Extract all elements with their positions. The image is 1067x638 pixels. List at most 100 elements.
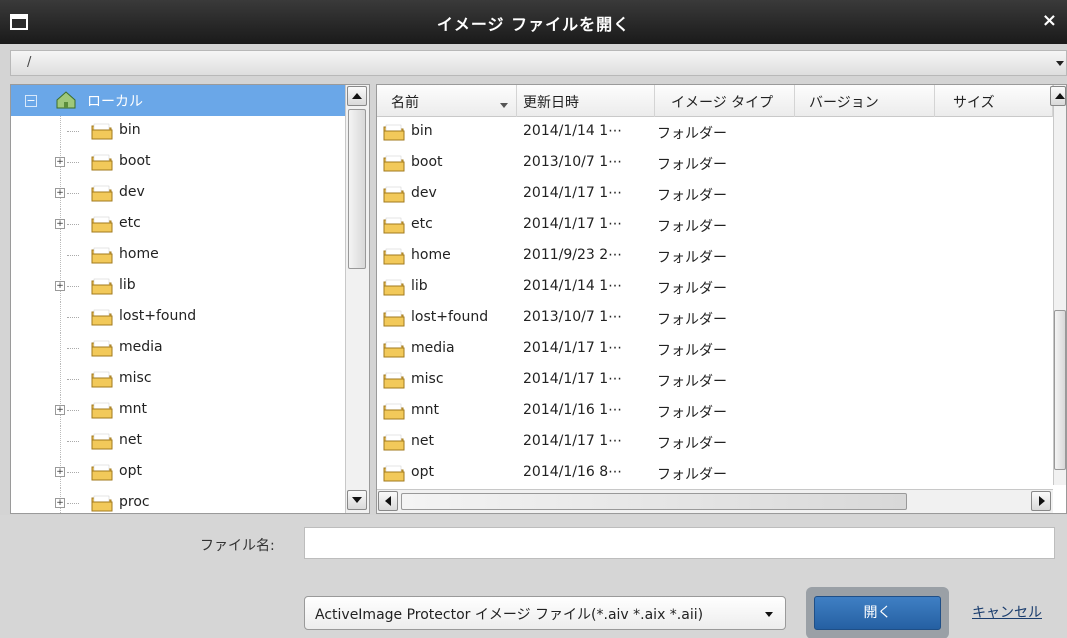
folder-icon: [91, 495, 113, 512]
cell-name: opt: [411, 464, 434, 480]
sort-down-icon: [500, 103, 508, 108]
expand-icon[interactable]: +: [55, 188, 65, 198]
folder-icon: [383, 403, 405, 420]
list-vertical-scrollbar[interactable]: [1050, 85, 1066, 485]
cell-type: フォルダー: [657, 250, 727, 266]
list-item[interactable]: boot 2013/10/7 1⋯ フォルダー: [377, 148, 1053, 179]
tree-vertical-scrollbar[interactable]: [345, 85, 369, 513]
list-horizontal-scrollbar[interactable]: [377, 489, 1053, 513]
column-header-size[interactable]: サイズ: [935, 85, 1053, 117]
scroll-left-button[interactable]: [378, 491, 398, 511]
cell-type: フォルダー: [657, 219, 727, 235]
column-header-name[interactable]: 名前: [377, 85, 517, 117]
open-button[interactable]: 開く: [814, 596, 941, 630]
expand-icon[interactable]: +: [55, 219, 65, 229]
tree-line: [60, 240, 61, 271]
tree-item[interactable]: media: [11, 333, 345, 364]
tree-item[interactable]: + boot: [11, 147, 345, 178]
cell-type: フォルダー: [657, 312, 727, 328]
folder-icon: [91, 340, 113, 357]
tree-item-label: mnt: [119, 401, 147, 417]
tree-item[interactable]: misc: [11, 364, 345, 395]
list-item[interactable]: media 2014/1/17 1⋯ フォルダー: [377, 334, 1053, 365]
collapse-icon[interactable]: −: [25, 95, 37, 107]
cell-name: misc: [411, 371, 444, 387]
tree-item[interactable]: + etc: [11, 209, 345, 240]
cell-name: lib: [411, 278, 428, 294]
cancel-button[interactable]: キャンセル: [972, 602, 1042, 622]
list-item[interactable]: mnt 2014/1/16 1⋯ フォルダー: [377, 396, 1053, 427]
tree-item[interactable]: + mnt: [11, 395, 345, 426]
folder-icon: [91, 185, 113, 202]
folder-icon: [91, 216, 113, 233]
list-item[interactable]: dev 2014/1/17 1⋯ フォルダー: [377, 179, 1053, 210]
folder-icon: [383, 434, 405, 451]
folder-icon: [91, 154, 113, 171]
cell-date: 2013/10/7 1⋯: [523, 309, 623, 325]
tree-line: [67, 286, 79, 287]
tree-line: [67, 224, 79, 225]
tree-line: [67, 348, 79, 349]
list-item[interactable]: etc 2014/1/17 1⋯ フォルダー: [377, 210, 1053, 241]
cell-date: 2014/1/17 1⋯: [523, 340, 623, 356]
cell-type: フォルダー: [657, 343, 727, 359]
scroll-right-button[interactable]: [1031, 491, 1051, 511]
expand-icon[interactable]: +: [55, 498, 65, 508]
cell-type: フォルダー: [657, 374, 727, 390]
list-item[interactable]: home 2011/9/23 2⋯ フォルダー: [377, 241, 1053, 272]
tree-item[interactable]: lost+found: [11, 302, 345, 333]
tree-line: [67, 162, 79, 163]
list-item[interactable]: lib 2014/1/14 1⋯ フォルダー: [377, 272, 1053, 303]
file-type-select[interactable]: ActiveImage Protector イメージ ファイル(*.aiv *.…: [304, 596, 786, 630]
expand-icon[interactable]: +: [55, 405, 65, 415]
list-item[interactable]: opt 2014/1/16 8⋯ フォルダー: [377, 458, 1053, 489]
path-text: /: [27, 55, 32, 70]
close-icon[interactable]: ×: [1042, 10, 1057, 31]
list-item[interactable]: bin 2014/1/14 1⋯ フォルダー: [377, 117, 1053, 148]
folder-icon: [383, 372, 405, 389]
list-hscroll-thumb[interactable]: [401, 493, 907, 510]
scroll-down-button[interactable]: [347, 490, 367, 510]
tree-item[interactable]: + opt: [11, 457, 345, 488]
filename-input[interactable]: [304, 527, 1055, 559]
column-header-date[interactable]: 更新日時: [517, 85, 655, 117]
list-scroll-thumb[interactable]: [1054, 310, 1066, 470]
expand-icon[interactable]: +: [55, 157, 65, 167]
folder-icon: [91, 278, 113, 295]
expand-icon[interactable]: +: [55, 281, 65, 291]
folder-tree[interactable]: − ローカル bin + boot + dev + etc home + lib lost+found m…: [10, 84, 370, 514]
tree-item-label: lib: [119, 277, 136, 293]
chevron-down-icon[interactable]: [1056, 61, 1064, 66]
tree-scroll-thumb[interactable]: [348, 109, 366, 269]
tree-item-local[interactable]: − ローカル: [11, 85, 345, 116]
folder-icon: [91, 123, 113, 140]
tree-item[interactable]: + dev: [11, 178, 345, 209]
tree-item[interactable]: + proc: [11, 488, 345, 513]
file-list[interactable]: 名前 更新日時 イメージ タイプ バージョン サイズ bin 2014/1/14 …: [376, 84, 1067, 514]
scroll-up-button[interactable]: [1050, 86, 1066, 106]
tree-item[interactable]: home: [11, 240, 345, 271]
list-item[interactable]: net 2014/1/17 1⋯ フォルダー: [377, 427, 1053, 458]
path-combo[interactable]: /: [10, 50, 1067, 76]
tree-line: [67, 379, 79, 380]
tree-item-label: opt: [119, 463, 142, 479]
tree-item-label: home: [119, 246, 159, 262]
tree-item[interactable]: net: [11, 426, 345, 457]
list-item[interactable]: lost+found 2013/10/7 1⋯ フォルダー: [377, 303, 1053, 334]
column-header-type[interactable]: イメージ タイプ: [655, 85, 795, 117]
folder-icon: [91, 247, 113, 264]
list-item[interactable]: misc 2014/1/17 1⋯ フォルダー: [377, 365, 1053, 396]
tree-item[interactable]: + lib: [11, 271, 345, 302]
folder-icon: [383, 186, 405, 203]
column-header-version[interactable]: バージョン: [795, 85, 935, 117]
scroll-up-button[interactable]: [347, 86, 367, 106]
cell-name: etc: [411, 216, 433, 232]
file-type-value: ActiveImage Protector イメージ ファイル(*.aiv *.…: [315, 607, 704, 623]
column-header-label: 名前: [391, 95, 419, 111]
cell-type: フォルダー: [657, 188, 727, 204]
tree-item[interactable]: bin: [11, 116, 345, 147]
tree-line: [67, 193, 79, 194]
folder-icon: [383, 124, 405, 141]
cell-type: フォルダー: [657, 281, 727, 297]
expand-icon[interactable]: +: [55, 467, 65, 477]
